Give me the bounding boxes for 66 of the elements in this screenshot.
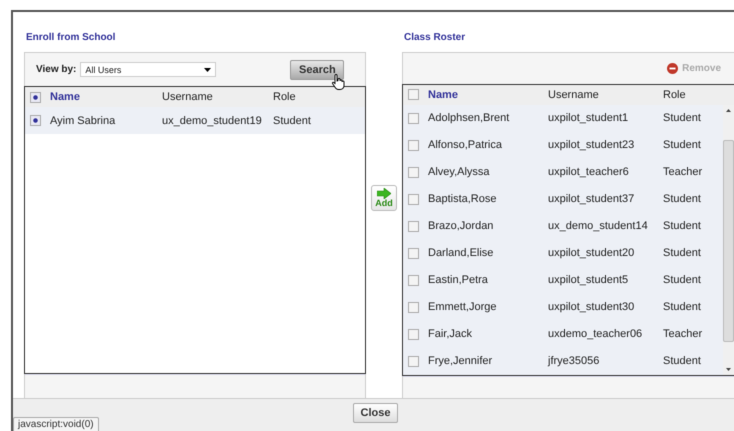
table-cell-text: Teacher — [663, 166, 704, 178]
caret-icon — [204, 68, 212, 72]
table-cell-text: uxpilot_student1 — [548, 112, 630, 124]
row-checkbox[interactable] — [408, 328, 419, 340]
table-cell-text: Student — [663, 247, 702, 260]
row-checkbox[interactable] — [408, 166, 419, 178]
table-cell-text: Student — [663, 301, 702, 314]
row-checkbox[interactable] — [408, 248, 419, 259]
right-arrow-icon — [377, 188, 391, 199]
table-cell-text: Darland,Elise — [428, 247, 494, 260]
table-cell-text: Eastin,Petra — [428, 274, 489, 286]
table-cell-text: Student — [663, 112, 702, 124]
table-cell-text: jfrye35056 — [548, 355, 600, 368]
column-header[interactable]: Name — [50, 91, 162, 103]
search-button[interactable]: Search — [290, 60, 344, 80]
table-cell-text: uxpilot_student30 — [548, 301, 636, 314]
column-header: Username — [548, 88, 600, 101]
table-cell-text: uxdemo_teacher06 — [548, 328, 644, 340]
table-cell-text: Alvey,Alyssa — [428, 166, 491, 178]
row-checkbox[interactable] — [408, 302, 419, 313]
column-header: Role — [663, 88, 687, 101]
table-cell-text: uxpilot_student20 — [548, 247, 636, 260]
row-checkbox[interactable] — [408, 274, 419, 286]
column-header: Username — [162, 91, 214, 103]
column-header: Role — [273, 91, 297, 103]
row-checkbox[interactable] — [408, 356, 419, 367]
table-cell-text: Frye,Jennifer — [428, 355, 494, 368]
table-cell-text: Student — [663, 355, 702, 368]
table-cell-text: Teacher — [663, 328, 704, 340]
row-checkbox[interactable] — [408, 220, 419, 232]
table-cell-text: uxpilot_student23 — [548, 139, 636, 152]
table-cell-text: Student — [663, 220, 702, 232]
panel-title: Class Roster — [403, 32, 466, 45]
row-checkbox[interactable] — [408, 140, 419, 151]
table-cell-text: Fair,Jack — [428, 328, 474, 340]
table-cell-text: Baptista,Rose — [428, 193, 498, 206]
table-cell-text: Emmett,Jorge — [428, 301, 498, 314]
close-button[interactable]: Close — [353, 403, 398, 423]
row-checkbox[interactable] — [408, 112, 419, 124]
table-cell-text: Student — [663, 193, 702, 206]
panel-title: Enroll from School — [25, 32, 116, 45]
table-cell-text: uxpilot_teacher6 — [548, 166, 630, 178]
table-cell-text: Alfonso,Patrica — [428, 139, 503, 152]
select-all-checkbox[interactable] — [408, 89, 419, 100]
table-cell-text: Brazo,Jordan — [428, 220, 494, 232]
view-by-label: View by: — [36, 64, 76, 75]
row-checkbox[interactable] — [30, 115, 41, 126]
table-cell-text: ux_demo_student19 — [162, 114, 263, 126]
column-header[interactable]: Name — [428, 88, 548, 101]
view-by-dropdown[interactable]: All Users — [80, 62, 216, 77]
table-cell-text: Adolphsen,Brent — [428, 112, 510, 124]
minus-circle-icon — [667, 62, 678, 74]
row-checkbox[interactable] — [408, 194, 419, 205]
table-cell-text: Student — [273, 114, 312, 126]
status-tooltip: javascript:void(0) — [13, 417, 99, 431]
scroll-down-icon[interactable] — [726, 368, 731, 371]
scroll-up-icon[interactable] — [726, 108, 731, 112]
table-cell-text: Student — [663, 274, 702, 286]
add-button[interactable]: Add — [371, 185, 397, 211]
scrollbar[interactable] — [723, 104, 734, 375]
select-all-checkbox[interactable] — [30, 92, 41, 102]
table-cell-text: Student — [663, 139, 702, 152]
table-cell-text: uxpilot_student5 — [548, 274, 630, 286]
table-cell-text: uxpilot_student37 — [548, 193, 636, 206]
table-cell-text: Ayim Sabrina — [50, 114, 116, 126]
table-cell-text: ux_demo_student14 — [548, 220, 649, 232]
